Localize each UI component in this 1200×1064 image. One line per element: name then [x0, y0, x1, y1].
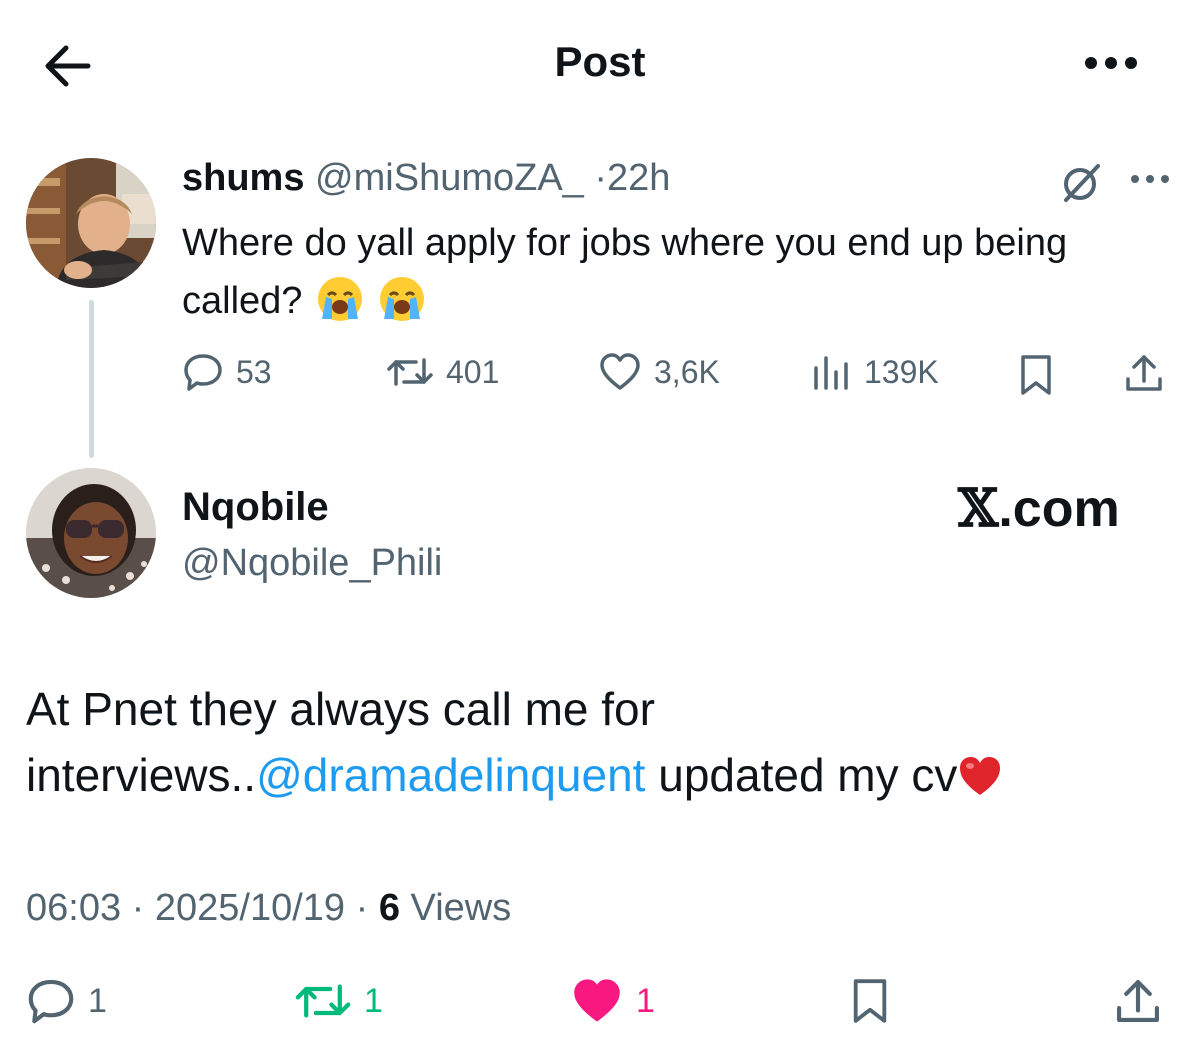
post-meta: 06:03 · 2025/10/19 · 6 Views	[26, 882, 511, 934]
like-icon	[574, 979, 620, 1022]
views-label: Views	[410, 887, 512, 929]
bookmark-icon	[853, 979, 887, 1023]
reply-text: At Pnet they always call me for intervie…	[26, 676, 1166, 808]
like-button[interactable]: 1	[570, 976, 655, 1026]
post-time[interactable]: 06:03	[26, 887, 121, 929]
avatar[interactable]	[26, 468, 156, 598]
repost-count: 401	[446, 353, 500, 390]
repost-button[interactable]: 401	[386, 347, 499, 397]
like-icon	[600, 353, 640, 390]
views-count: 6	[378, 887, 400, 929]
reply-count: 53	[236, 353, 272, 390]
share-button[interactable]	[1112, 976, 1164, 1026]
author-handle[interactable]: @miShumoZA_	[315, 157, 584, 199]
reply-author-handle[interactable]: @Nqobile_Phili	[182, 538, 442, 588]
like-count: 3,6K	[654, 353, 720, 390]
reply-button[interactable]: 1	[26, 976, 107, 1026]
tweet-text: Where do yall apply for jobs where you e…	[182, 214, 1142, 330]
reply-count: 1	[88, 981, 107, 1020]
reply-text-after: updated my cv	[645, 749, 958, 801]
share-button[interactable]	[1122, 348, 1166, 398]
bookmark-button[interactable]	[848, 976, 892, 1026]
avatar[interactable]	[26, 158, 156, 288]
like-button[interactable]: 3,6K	[598, 347, 720, 397]
repost-button[interactable]: 1	[294, 976, 383, 1026]
grok-icon	[1064, 164, 1100, 202]
author-name[interactable]: shums	[182, 157, 304, 199]
share-icon	[1117, 980, 1159, 1022]
views-button[interactable]: 139K	[808, 347, 939, 397]
grok-button[interactable]	[1058, 160, 1104, 206]
tweet-more-button[interactable]	[1128, 166, 1172, 192]
more-button[interactable]	[1082, 50, 1140, 76]
repost-icon	[295, 984, 351, 1018]
reply-icon	[184, 354, 222, 391]
more-icon	[1131, 175, 1169, 183]
reply-button[interactable]: 53	[182, 347, 272, 397]
x-watermark: 𝕏.com	[958, 478, 1120, 540]
thread-line	[89, 300, 94, 458]
red-heart-emoji	[957, 753, 1003, 799]
share-icon	[1126, 355, 1162, 391]
repost-icon	[387, 358, 433, 386]
tweet-author-row: shums @miShumoZA_ ·22h	[182, 152, 670, 204]
post-date[interactable]: 2025/10/19	[155, 887, 345, 929]
reply-author-name[interactable]: Nqobile	[182, 482, 329, 532]
bookmark-button[interactable]	[1016, 350, 1056, 400]
tweet-text-body: Where do yall apply for jobs where you e…	[182, 222, 1068, 322]
views-count: 139K	[864, 353, 939, 390]
mention-link[interactable]: @dramadelinquent	[256, 749, 645, 801]
bookmark-icon	[1021, 355, 1051, 395]
loudly-crying-emoji	[378, 275, 426, 323]
views-icon	[814, 356, 848, 390]
separator: ·	[131, 887, 145, 929]
reply-icon	[28, 979, 74, 1024]
like-count: 1	[636, 981, 655, 1020]
separator: ·	[594, 157, 608, 199]
repost-count: 1	[364, 981, 383, 1020]
separator: ·	[355, 887, 369, 929]
page-title: Post	[554, 38, 646, 85]
x-logo: 𝕏	[958, 478, 999, 539]
loudly-crying-emoji	[316, 275, 364, 323]
tweet-time[interactable]: 22h	[607, 157, 670, 199]
more-icon	[1085, 57, 1137, 69]
watermark-domain: .com	[998, 480, 1120, 538]
